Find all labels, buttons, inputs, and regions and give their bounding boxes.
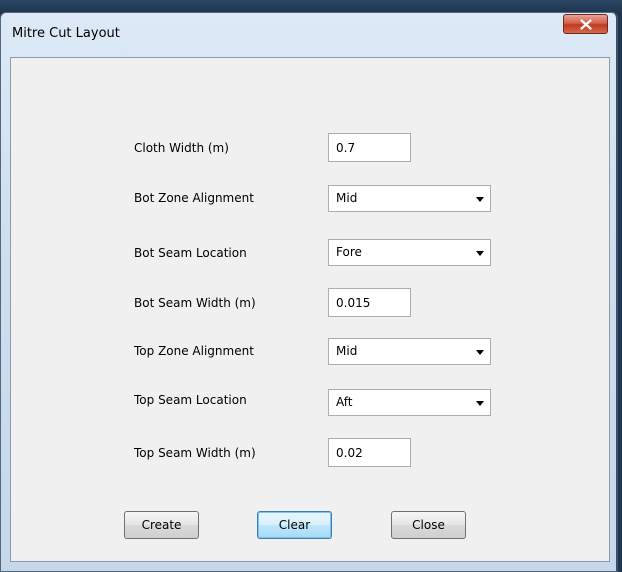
bot-seam-location-select[interactable]: Fore <box>328 239 491 266</box>
clear-button[interactable]: Clear <box>257 511 332 539</box>
cloth-width-label: Cloth Width (m) <box>134 141 229 155</box>
chevron-down-icon <box>476 401 484 406</box>
top-seam-location-value: Aft <box>336 395 353 409</box>
top-seam-width-input[interactable] <box>328 438 411 467</box>
create-button[interactable]: Create <box>124 511 199 539</box>
bot-zone-alignment-select[interactable]: Mid <box>328 185 491 212</box>
chevron-down-icon <box>476 197 484 202</box>
cloth-width-input[interactable] <box>328 133 411 162</box>
top-zone-alignment-select[interactable]: Mid <box>328 338 491 365</box>
bot-seam-width-label: Bot Seam Width (m) <box>134 296 256 310</box>
top-seam-width-label: Top Seam Width (m) <box>134 446 256 460</box>
bot-zone-alignment-value: Mid <box>336 191 358 205</box>
top-seam-location-select[interactable]: Aft <box>328 389 491 416</box>
bot-seam-location-label: Bot Seam Location <box>134 246 247 260</box>
window-title: Mitre Cut Layout <box>12 26 120 41</box>
close-button[interactable]: Close <box>391 511 466 539</box>
dialog-window: Mitre Cut Layout Cloth Width (m) Bot Zon… <box>0 12 618 572</box>
top-seam-location-label: Top Seam Location <box>134 393 247 407</box>
top-zone-alignment-value: Mid <box>336 344 358 358</box>
title-close-button[interactable] <box>563 14 608 34</box>
top-zone-alignment-label: Top Zone Alignment <box>134 344 254 358</box>
close-x-icon <box>580 19 592 30</box>
chevron-down-icon <box>476 251 484 256</box>
bot-zone-alignment-label: Bot Zone Alignment <box>134 191 254 205</box>
bot-seam-location-value: Fore <box>336 245 362 259</box>
desktop-background <box>0 0 622 12</box>
dialog-client-area: Cloth Width (m) Bot Zone Alignment Mid B… <box>10 57 610 562</box>
chevron-down-icon <box>476 350 484 355</box>
bot-seam-width-input[interactable] <box>328 288 411 317</box>
